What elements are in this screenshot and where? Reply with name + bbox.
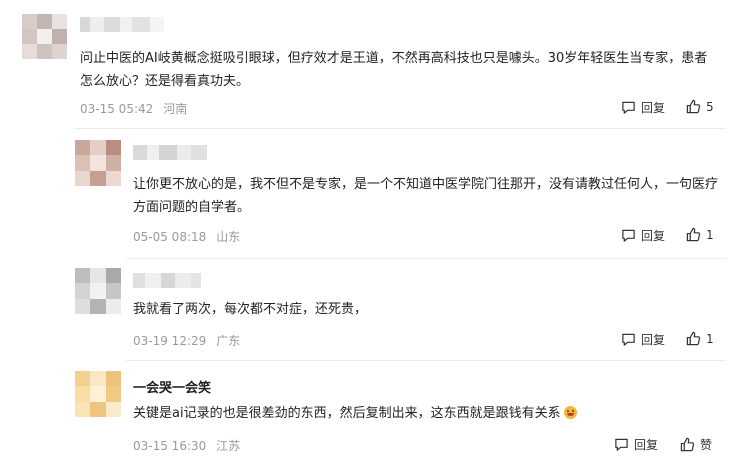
comment-location: 河南 — [163, 102, 188, 116]
like-label: 赞 — [700, 438, 713, 452]
comment-meta: 03-19 12:29 广东 — [133, 332, 240, 349]
avatar[interactable] — [75, 371, 121, 417]
divider — [126, 360, 726, 361]
avatar-tile — [90, 298, 106, 314]
avatar-tile — [90, 268, 106, 284]
like-button[interactable]: 1 — [686, 227, 714, 242]
avatar-tile — [105, 268, 121, 284]
avatar-tile — [75, 268, 91, 284]
comment-location: 江苏 — [216, 439, 241, 453]
avatar-tile — [105, 401, 121, 417]
avatar-tile — [75, 371, 91, 387]
comment-time: 03-19 12:29 — [133, 334, 207, 348]
avatar-tile — [37, 29, 52, 44]
comment-text: 我就看了两次，每次都不对症，还死贵， — [133, 302, 368, 317]
username-blurred[interactable] — [133, 273, 201, 288]
avatar-tile — [90, 155, 106, 171]
like-button[interactable]: 1 — [686, 331, 714, 346]
avatar-tile — [22, 14, 37, 29]
avatar-tile — [90, 386, 106, 402]
laughing-emoji-icon — [563, 406, 577, 419]
avatar-tile — [22, 29, 37, 44]
username[interactable]: 一会哭一会笑 — [133, 377, 211, 396]
avatar-tile — [90, 371, 106, 387]
comment-meta: 03-15 05:42 河南 — [80, 100, 187, 117]
comment-time: 05-05 08:18 — [133, 230, 207, 244]
avatar-tile — [105, 140, 121, 156]
comment-bubble-icon — [615, 438, 628, 451]
divider — [74, 128, 726, 129]
avatar-tile — [90, 140, 106, 156]
avatar-tile — [105, 298, 121, 314]
comment-text: 问止中医的AI岐黄概念挺吸引眼球，但疗效才是王道，不然再高科技也只是噱头。30岁… — [80, 51, 708, 89]
divider — [126, 258, 726, 259]
avatar-tile — [75, 170, 91, 186]
avatar-tile — [22, 44, 37, 59]
avatar-tile — [52, 29, 67, 44]
avatar-tile — [105, 170, 121, 186]
comment-meta: 03-15 16:30 江苏 — [133, 437, 240, 454]
reply-button[interactable]: 回复 — [621, 227, 665, 244]
thumbs-up-icon — [680, 437, 695, 452]
comment-meta: 05-05 08:18 山东 — [133, 228, 240, 245]
comment-location: 广东 — [216, 334, 241, 348]
username-blurred[interactable] — [133, 145, 207, 160]
comment-text: 让你更不放心的是，我不但不是专家，是一个不知道中医学院门往那开，没有请教过任何人… — [133, 177, 719, 215]
avatar-tile — [75, 401, 91, 417]
avatar-tile — [37, 44, 52, 59]
avatar-tile — [90, 170, 106, 186]
like-button[interactable]: 5 — [686, 99, 714, 114]
avatar-tile — [90, 401, 106, 417]
avatar-tile — [105, 371, 121, 387]
like-count: 1 — [706, 331, 714, 346]
like-count: 1 — [706, 227, 714, 242]
avatar[interactable] — [22, 14, 67, 59]
avatar-tile — [75, 140, 91, 156]
reply-button[interactable]: 回复 — [621, 99, 665, 116]
thumbs-up-icon — [686, 99, 701, 114]
comment-text-body: 关键是ai记录的也是很差劲的东西，然后复制出来，这东西就是跟钱有关系 — [133, 406, 561, 421]
avatar[interactable] — [75, 140, 121, 186]
reply-button[interactable]: 回复 — [621, 331, 665, 348]
comment-time: 03-15 16:30 — [133, 439, 207, 453]
avatar-tile — [105, 386, 121, 402]
comment-bubble-icon — [622, 101, 635, 114]
username-blurred[interactable] — [80, 17, 164, 32]
like-count: 5 — [706, 99, 714, 114]
avatar[interactable] — [75, 268, 121, 314]
avatar-tile — [52, 14, 67, 29]
avatar-tile — [75, 155, 91, 171]
comment-time: 03-15 05:42 — [80, 102, 154, 116]
avatar-tile — [75, 283, 91, 299]
thumbs-up-icon — [686, 227, 701, 242]
thumbs-up-icon — [686, 331, 701, 346]
avatar-tile — [37, 14, 52, 29]
reply-button[interactable]: 回复 — [614, 436, 658, 453]
like-button[interactable]: 赞 — [680, 436, 712, 453]
comment-bubble-icon — [622, 333, 635, 346]
avatar-tile — [90, 283, 106, 299]
avatar-tile — [75, 386, 91, 402]
avatar-tile — [52, 44, 67, 59]
avatar-tile — [105, 283, 121, 299]
comment-bubble-icon — [622, 229, 635, 242]
avatar-tile — [105, 155, 121, 171]
avatar-tile — [75, 298, 91, 314]
comment-text: 关键是ai记录的也是很差劲的东西，然后复制出来，这东西就是跟钱有关系 — [133, 402, 725, 425]
comment-location: 山东 — [216, 230, 241, 244]
